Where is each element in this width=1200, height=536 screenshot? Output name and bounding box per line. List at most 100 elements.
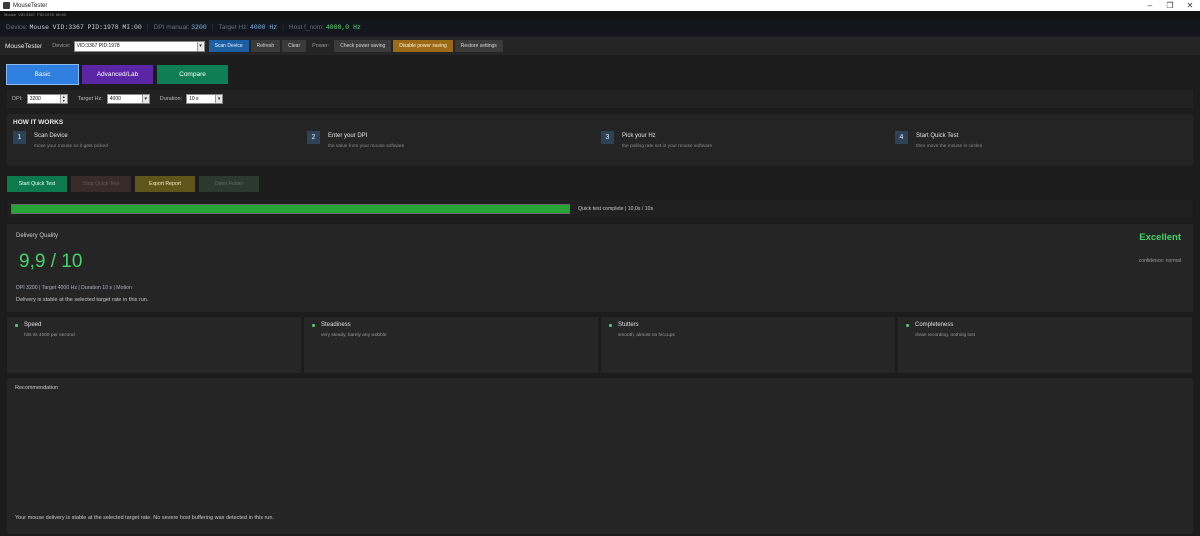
recommendation-text: Your mouse delivery is stable at the sel… [15,515,274,521]
stepper-arrows-icon[interactable]: ▲ ▼ [59,95,67,103]
status-target-value: 4000 Hz [249,24,278,31]
status-dpi-value: 3200 [191,24,207,31]
step-description: move your mouse so it gets picked [34,144,108,149]
quality-confidence: confidence: normal [1138,258,1181,264]
dpi-label: DPI: [12,96,23,102]
metric-description: very steady, barely any wobble [321,333,387,338]
step-description: then move the mouse in circles [916,144,983,149]
step-number: 3 [601,131,614,144]
tab-compare[interactable]: Compare [157,65,228,84]
restore-settings-button[interactable]: Restore settings [454,40,503,52]
clear-button[interactable]: Clear [282,40,307,52]
metric-title: Steadiness [321,322,351,328]
metric-card-steadiness: Steadiness very steady, barely any wobbl… [304,317,598,373]
start-quick-test-button[interactable]: Start Quick Test [7,176,67,192]
step-1: 1 Scan Device move your mouse so it gets… [13,131,108,149]
minimize-icon[interactable]: – [1140,0,1160,11]
duration-value: 10 s [189,96,199,102]
toolbar: MouseTester Device: VID:3367 PID:1978 ▾ … [0,37,1200,55]
window-title: MouseTester [13,2,48,9]
status-vid: VID:3367 [52,24,84,31]
recommendation-panel: Recommendation Your mouse delivery is st… [7,378,1193,534]
status-mi: MI:00 [122,24,142,31]
how-it-works-title: HOW IT WORKS [13,119,64,126]
duration-select[interactable]: 10 s ▾ [186,94,224,104]
recommendation-label: Recommendation [15,385,59,391]
tab-advanced-lab[interactable]: Advanced/Lab [82,65,153,84]
status-device-value: Mouse [29,24,50,31]
metric-title: Stutters [618,322,639,328]
status-dot-icon [906,323,909,327]
status-host-value: 4000,0 Hz [325,24,361,31]
step-number: 1 [13,131,26,144]
metric-description: smooth, almost no hiccups [618,333,675,338]
quality-verdict: Excellent [1139,232,1181,243]
progress-status: Quick test complete | 10,0s / 10s [578,206,654,212]
metric-title: Speed [24,322,42,328]
progress-fill [12,205,569,213]
divider: | [211,24,214,31]
restore-icon[interactable]: ❐ [1160,0,1180,11]
status-device-label: Device: [6,24,28,31]
metric-description: hits its 4000 per second [24,333,75,338]
status-host-label: Host f_nom: [288,24,324,31]
step-3: 3 Pick your Hz the polling rate set in y… [601,131,712,149]
status-dpi-label: DPI manual: [153,24,190,31]
tab-basic[interactable]: Basic [6,64,79,85]
metric-title: Completeness [915,322,954,328]
step-number: 2 [307,131,320,144]
status-target-label: Target Hz: [218,24,249,31]
open-folder-button[interactable]: Open Folder [199,176,259,192]
dpi-value: 3200 [29,96,41,102]
check-power-saving-button[interactable]: Check power saving [334,40,392,52]
window-controls: – ❐ ✕ [1140,0,1200,11]
metric-card-stutters: Stutters smooth, almost no hiccups [601,317,895,373]
export-report-button[interactable]: Export Report [135,176,195,192]
target-hz-select[interactable]: 4000 ▾ [106,94,150,104]
test-parameters: DPI: 3200 ▲ ▼ Target Hz: 4000 ▾ Duration:… [7,90,1193,108]
how-it-works-panel: HOW IT WORKS 1 Scan Device move your mou… [7,114,1193,166]
step-title: Enter your DPI [328,133,368,139]
mode-tabs: Basic Advanced/Lab Compare [6,64,228,85]
chevron-down-icon[interactable]: ▾ [141,95,149,103]
dpi-stepper[interactable]: 3200 ▲ ▼ [26,94,68,104]
duration-label: Duration: [159,96,183,102]
progress-bar [11,204,570,214]
sub-status-line: Mouse VID:3367 PID:1978 MI:00 [0,11,1200,19]
refresh-button[interactable]: Refresh [250,40,281,52]
status-dot-icon [15,323,18,327]
disable-power-saving-button[interactable]: Disable power saving [393,40,453,52]
divider: | [282,24,284,31]
metric-card-speed: Speed hits its 4000 per second [7,317,301,373]
status-dot-icon [312,323,315,327]
test-actions: Start Quick Test Stop Quick Test Export … [7,176,259,192]
scan-device-button[interactable]: Scan Device [208,40,249,52]
status-dot-icon [609,323,612,327]
chevron-down-icon[interactable]: ▾ [215,95,223,103]
target-hz-label: Target Hz: [77,96,103,102]
status-strip: Device: Mouse VID:3367 PID:1978 MI:00 | … [0,19,1200,36]
step-description: the polling rate set in your mouse softw… [622,144,713,149]
step-title: Scan Device [34,133,68,139]
delivery-quality-panel: Delivery Quality 9,9 / 10 Excellent conf… [7,224,1193,312]
metric-description: clean recording, nothing lost [915,333,975,338]
power-label: Power: [312,43,330,49]
step-description: the value from your mouse software [328,144,405,149]
device-select-value: VID:3367 PID:1978 [76,43,120,49]
step-title: Start Quick Test [916,133,959,139]
app-icon [3,2,10,9]
device-select[interactable]: VID:3367 PID:1978 ▾ [73,40,205,52]
metric-cards: Speed hits its 4000 per second Steadines… [7,317,1192,373]
step-4: 4 Start Quick Test then move the mouse i… [895,131,982,149]
stop-quick-test-button[interactable]: Stop Quick Test [71,176,131,192]
device-label: Device: [52,43,71,49]
progress-row: Quick test complete | 10,0s / 10s [7,200,1193,218]
status-pid: PID:1978 [87,24,119,31]
chevron-down-icon[interactable]: ▾ [196,41,204,51]
target-hz-value: 4000 [109,96,121,102]
window-titlebar: MouseTester – ❐ ✕ [0,0,1200,11]
app-title: MouseTester [5,42,43,50]
test-summary: DPI 3200 | Target 4000 Hz | Duration 10 … [16,285,132,291]
metric-card-completeness: Completeness clean recording, nothing lo… [898,317,1192,373]
close-icon[interactable]: ✕ [1180,0,1200,11]
